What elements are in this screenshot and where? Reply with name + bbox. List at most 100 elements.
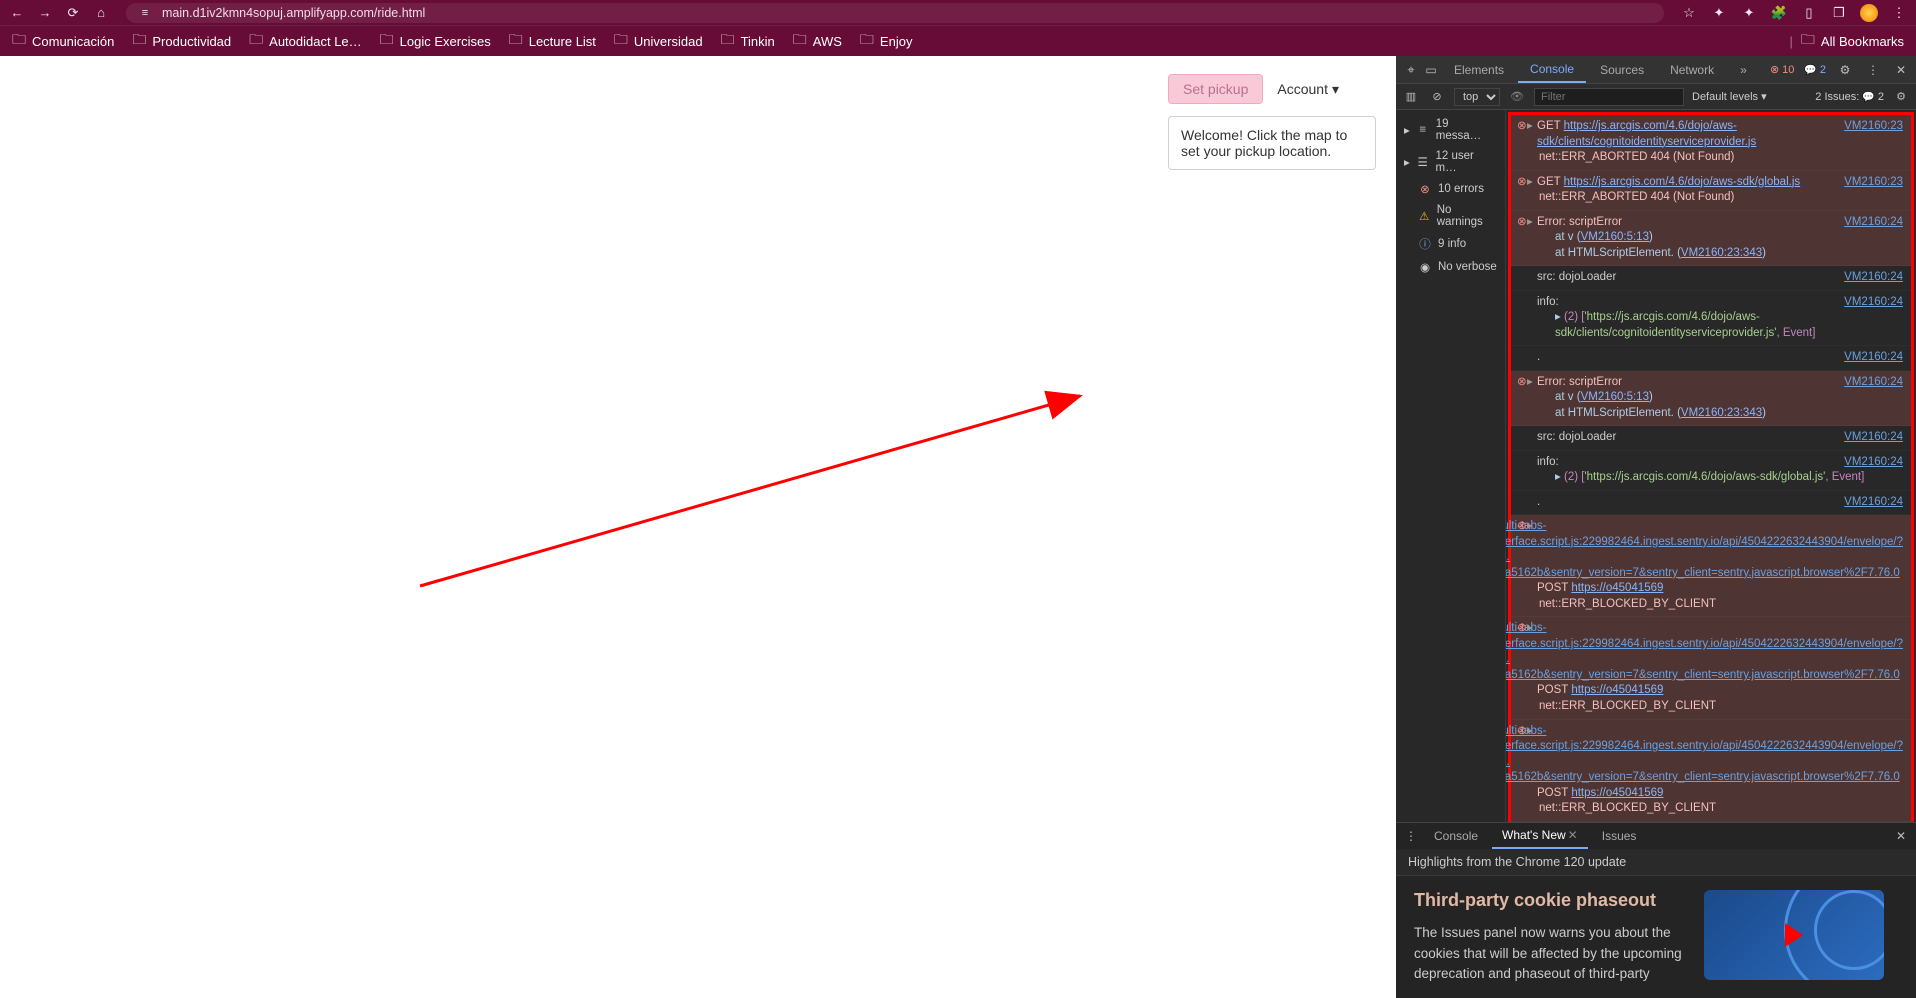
bookmark-star-icon[interactable] [1680, 4, 1698, 22]
bookmark-comunicacion[interactable]: Comunicación [12, 29, 114, 53]
caret-icon[interactable]: ▸ [1527, 215, 1533, 231]
extension-icon-2[interactable] [1740, 4, 1758, 22]
close-tab-icon[interactable]: ✕ [1568, 828, 1578, 842]
forward-icon[interactable]: → [36, 4, 54, 22]
back-icon[interactable]: ← [8, 4, 26, 22]
verbose-icon: ◉ [1418, 260, 1432, 274]
log-entry[interactable]: VM2160:24. [1511, 491, 1911, 516]
source-link[interactable]: VM2160:24 [1844, 375, 1903, 391]
caret-icon[interactable]: ▸ [1527, 119, 1533, 135]
bookmark-aws[interactable]: AWS [793, 29, 842, 53]
profile-avatar-icon[interactable] [1860, 4, 1878, 22]
caret-icon[interactable]: ▸ [1527, 375, 1533, 391]
tab-sources[interactable]: Sources [1588, 56, 1656, 83]
log-entry[interactable]: VM2160:24src: dojoLoader [1511, 426, 1911, 451]
log-entry[interactable]: ▸VM2160:24Error: scriptErrorat v (VM2160… [1511, 211, 1911, 267]
sidebar-info[interactable]: 9 info [1400, 232, 1501, 256]
source-link[interactable]: VM2160:23 [1844, 175, 1903, 191]
close-devtools-icon[interactable] [1892, 61, 1910, 79]
inspect-icon[interactable]: ⌖ [1402, 61, 1420, 79]
log-entry[interactable]: ▸multi-tabs-interface.script.js:22998246… [1511, 720, 1911, 822]
drawer-tab-whatsnew[interactable]: What's New✕ [1492, 823, 1588, 849]
sidebar-user-messages[interactable]: ▸☰12 user m… [1400, 146, 1501, 178]
settings-icon[interactable] [1836, 61, 1854, 79]
tab-elements[interactable]: Elements [1442, 56, 1516, 83]
source-link[interactable]: multi-tabs-interface.script.js:229982464… [1506, 724, 1903, 786]
all-bookmarks[interactable]: All Bookmarks [1801, 29, 1904, 53]
console-settings-icon[interactable] [1892, 88, 1910, 106]
address-bar[interactable]: ≡ main.d1iv2kmn4sopuj.amplifyapp.com/rid… [126, 3, 1664, 23]
sidebar-verbose[interactable]: ◉No verbose [1400, 256, 1501, 278]
log-entry[interactable]: ▸multi-tabs-interface.script.js:22998246… [1511, 617, 1911, 719]
log-entry[interactable]: ▸VM2160:24Error: scriptErrorat v (VM2160… [1511, 371, 1911, 427]
source-link[interactable]: VM2160:24 [1844, 495, 1903, 511]
device-toggle-icon[interactable]: ▭ [1422, 61, 1440, 79]
account-dropdown[interactable]: Account▾ [1273, 74, 1343, 104]
folder-icon [249, 29, 263, 53]
bookmark-autodidact[interactable]: Autodidact Le… [249, 29, 362, 53]
source-link[interactable]: VM2160:24 [1844, 350, 1903, 366]
set-pickup-button[interactable]: Set pickup [1168, 74, 1263, 104]
context-select[interactable]: top [1454, 88, 1500, 106]
drawer-tab-issues[interactable]: Issues [1592, 823, 1647, 849]
window-icon[interactable]: ❐ [1830, 4, 1848, 22]
bookmark-logic[interactable]: Logic Exercises [380, 29, 491, 53]
issues-link[interactable]: 2 Issues: 2 [1815, 91, 1884, 103]
reload-icon[interactable]: ⟳ [64, 4, 82, 22]
error-count-badge[interactable]: 10 [1770, 63, 1794, 76]
extensions-icon[interactable]: 🧩 [1770, 4, 1788, 22]
side-panel-icon[interactable]: ▯ [1800, 4, 1818, 22]
extension-icon-1[interactable] [1710, 4, 1728, 22]
tab-console[interactable]: Console [1518, 56, 1586, 83]
sidebar-errors[interactable]: 10 errors [1400, 178, 1501, 200]
source-link[interactable]: VM2160:23 [1844, 119, 1903, 135]
caret-icon: ▸ [1404, 123, 1410, 137]
folder-icon [721, 29, 735, 53]
log-entry[interactable]: VM2160:24info:▸ (2) ['https://js.arcgis.… [1511, 291, 1911, 347]
caret-icon[interactable]: ▸ [1527, 621, 1533, 637]
bookmark-lecture[interactable]: Lecture List [509, 29, 596, 53]
source-link[interactable]: multi-tabs-interface.script.js:229982464… [1506, 519, 1903, 581]
bookmark-tinkin[interactable]: Tinkin [721, 29, 775, 53]
kebab-menu-icon[interactable] [1890, 4, 1908, 22]
source-link[interactable]: VM2160:24 [1844, 430, 1903, 446]
log-entry[interactable]: ▸multi-tabs-interface.script.js:22998246… [1511, 515, 1911, 617]
live-expression-icon[interactable] [1508, 88, 1526, 106]
close-drawer-icon[interactable] [1892, 827, 1910, 845]
home-icon[interactable]: ⌂ [92, 4, 110, 22]
source-link[interactable]: VM2160:24 [1844, 455, 1903, 471]
caret-icon[interactable]: ▸ [1527, 724, 1533, 740]
sidebar-warnings[interactable]: No warnings [1400, 200, 1501, 232]
console-toolbar: ▥ top Default levels ▾ 2 Issues: 2 [1396, 84, 1916, 110]
bookmark-universidad[interactable]: Universidad [614, 29, 703, 53]
source-link[interactable]: VM2160:24 [1844, 295, 1903, 311]
source-link[interactable]: VM2160:24 [1844, 215, 1903, 231]
bookmark-enjoy[interactable]: Enjoy [860, 29, 913, 53]
sidebar-toggle-icon[interactable]: ▥ [1402, 88, 1420, 106]
source-link[interactable]: multi-tabs-interface.script.js:229982464… [1506, 621, 1903, 683]
log-entry[interactable]: VM2160:24. [1511, 346, 1911, 371]
levels-dropdown[interactable]: Default levels ▾ [1692, 90, 1767, 103]
tabs-overflow[interactable]: » [1728, 56, 1759, 83]
warning-icon [1418, 209, 1431, 223]
bookmark-productividad[interactable]: Productividad [132, 29, 231, 53]
drawer-tab-console[interactable]: Console [1424, 823, 1488, 849]
drawer-menu-icon[interactable] [1402, 827, 1420, 845]
caret-icon[interactable]: ▸ [1527, 175, 1533, 191]
info-count-badge[interactable]: 2 [1804, 64, 1826, 76]
source-link[interactable]: VM2160:24 [1844, 270, 1903, 286]
error-icon [1517, 175, 1527, 191]
clear-console-icon[interactable] [1428, 88, 1446, 106]
filter-input[interactable] [1534, 88, 1684, 106]
caret-icon[interactable]: ▸ [1527, 519, 1533, 535]
sidebar-messages[interactable]: ▸≡19 messa… [1400, 114, 1501, 146]
kebab-icon[interactable] [1864, 61, 1882, 79]
whatsnew-video-thumb[interactable] [1704, 890, 1884, 980]
log-entry[interactable]: ▸VM2160:23GET https://js.arcgis.com/4.6/… [1511, 171, 1911, 211]
site-info-icon[interactable]: ≡ [136, 4, 154, 22]
log-entry[interactable]: VM2160:24info:▸ (2) ['https://js.arcgis.… [1511, 451, 1911, 491]
log-entry[interactable]: ▸VM2160:23GET https://js.arcgis.com/4.6/… [1511, 115, 1911, 171]
tab-network[interactable]: Network [1658, 56, 1726, 83]
log-entry[interactable]: VM2160:24src: dojoLoader [1511, 266, 1911, 291]
console-log[interactable]: ▸VM2160:23GET https://js.arcgis.com/4.6/… [1506, 110, 1916, 822]
